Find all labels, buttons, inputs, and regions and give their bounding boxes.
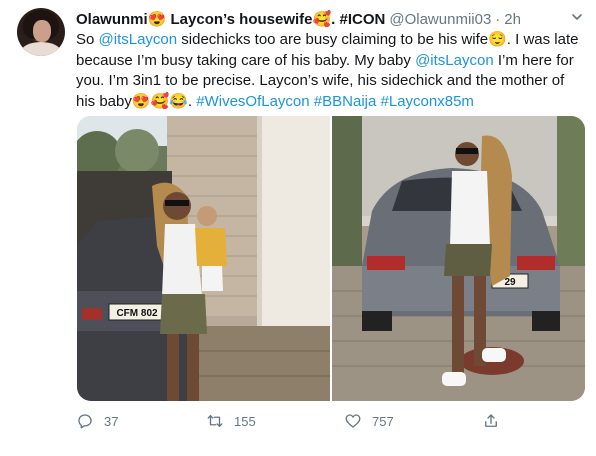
reply-button[interactable]: 37: [76, 412, 118, 430]
chevron-down-icon[interactable]: [572, 12, 582, 22]
photo-right[interactable]: 29: [332, 116, 585, 401]
license-plate-right: 29: [504, 277, 516, 288]
display-name[interactable]: Olawunmi😍 Laycon’s housewife🥰. #ICON: [76, 10, 385, 28]
tweet-header: Olawunmi😍 Laycon’s housewife🥰. #ICON @Ol…: [76, 8, 566, 30]
reply-icon: [78, 414, 92, 429]
separator-dot: ·: [495, 10, 501, 28]
share-icon: [485, 414, 497, 427]
timestamp[interactable]: 2h: [504, 11, 521, 28]
photo-left[interactable]: CFM 802: [77, 116, 330, 401]
share-button[interactable]: [482, 412, 510, 430]
mention-link[interactable]: @itsLaycon: [99, 31, 178, 48]
retweet-button[interactable]: 155: [206, 412, 256, 430]
hashtag-link[interactable]: #WivesOfLaycon: [196, 93, 309, 110]
media-grid: CFM 802 29: [77, 116, 585, 401]
heart-icon: [345, 414, 361, 428]
license-plate-left: CFM 802: [116, 308, 158, 319]
avatar[interactable]: [17, 8, 65, 56]
retweet-count: 155: [234, 413, 256, 429]
retweet-icon: [207, 415, 223, 427]
mention-link[interactable]: @itsLaycon: [415, 52, 494, 69]
like-button[interactable]: 757: [344, 412, 394, 430]
user-handle[interactable]: @Olawunmii03: [389, 11, 491, 28]
text-segment: So: [76, 31, 99, 48]
like-count: 757: [372, 413, 394, 429]
reply-count: 37: [104, 413, 119, 429]
hashtag-link[interactable]: #Layconx85m: [381, 93, 474, 110]
tweet-card[interactable]: Olawunmi😍 Laycon’s housewife🥰. #ICON @Ol…: [0, 0, 596, 456]
hashtag-link[interactable]: #BBNaija: [314, 93, 377, 110]
tweet-text: So @itsLaycon sidechicks too are busy cl…: [76, 30, 586, 112]
tweet-actions: 37 155 757: [76, 412, 576, 434]
